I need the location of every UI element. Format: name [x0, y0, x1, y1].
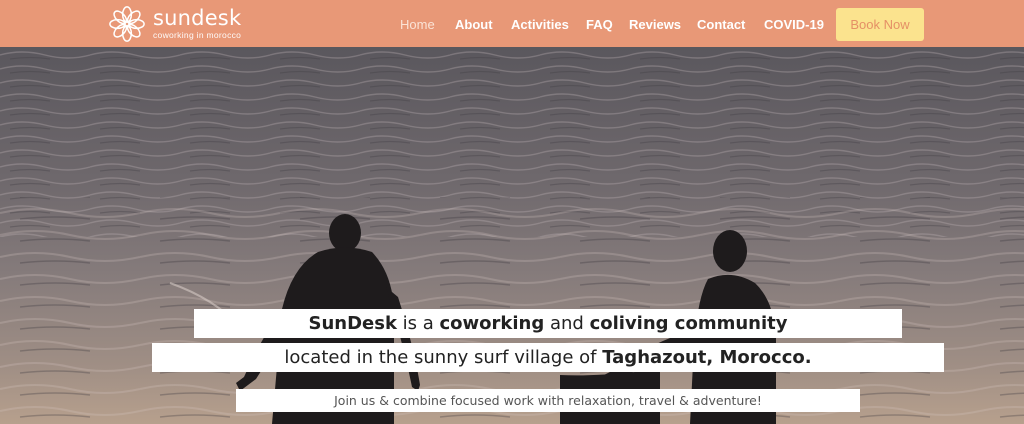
hero-headline-line-2: located in the sunny surf village of Tag… — [152, 343, 944, 372]
nav-item-reviews[interactable]: Reviews — [629, 17, 681, 32]
nav-item-home[interactable]: Home — [400, 17, 435, 32]
hero-keyword-coworking: coworking — [439, 313, 545, 334]
book-now-button[interactable]: Book Now — [836, 8, 924, 41]
hero-brand-name: SunDesk — [308, 313, 397, 334]
brand-text: sundesk coworking in morocco — [153, 8, 241, 40]
nav-item-covid-19[interactable]: COVID-19 — [764, 17, 824, 32]
brand-logo[interactable]: sundesk coworking in morocco — [108, 4, 241, 44]
hero-section: SunDesk is a coworking and coliving comm… — [0, 47, 1024, 424]
hero-text-and: and — [544, 313, 590, 334]
hero-text-location: located in the sunny surf village of — [284, 347, 603, 368]
nav-item-faq[interactable]: FAQ — [586, 17, 613, 32]
hero-text-is-a: is a — [396, 313, 440, 334]
nav-item-about[interactable]: About — [455, 17, 493, 32]
nav-item-activities[interactable]: Activities — [511, 17, 569, 32]
site-header: sundesk coworking in morocco Home About … — [0, 0, 1024, 47]
sun-flower-logo-icon — [109, 6, 145, 42]
brand-name: sundesk — [153, 6, 242, 31]
hero-keyword-location: Taghazout, Morocco. — [602, 347, 812, 368]
nav-item-contact[interactable]: Contact — [697, 17, 745, 32]
brand-tagline: coworking in morocco — [153, 30, 242, 41]
hero-headline-line-1: SunDesk is a coworking and coliving comm… — [194, 309, 902, 338]
hero-keyword-coliving: coliving community — [589, 313, 788, 334]
hero-subheadline: Join us & combine focused work with rela… — [236, 389, 860, 412]
